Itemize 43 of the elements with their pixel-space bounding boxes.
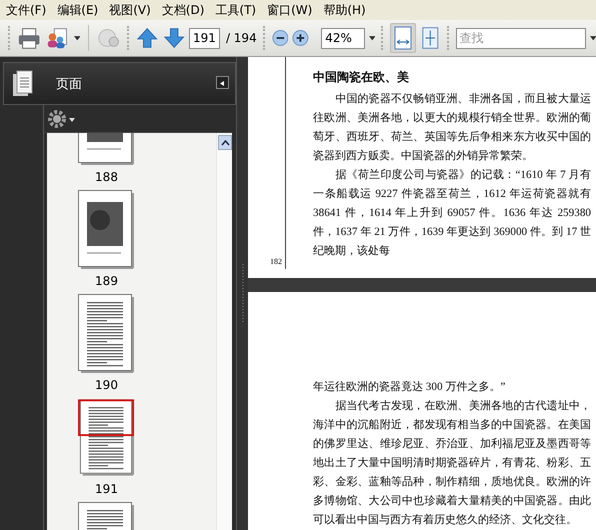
caret-icon[interactable]	[590, 36, 596, 40]
down-arrow-icon[interactable]	[162, 26, 185, 50]
body-paragraph: 据《荷兰印度公司与瓷器》的记载：“1610 年 7 月有一条船载运 9227 件瓷器至荷兰，1612 年运荷瓷器就有 38641 件，1614 年上升到 69057 件。1636 年达 259380 件，1637 年 21 万件，1639 年更达到 369000 件。到 17 世纪晚期，该处每	[313, 168, 591, 259]
page-number: 189	[95, 274, 118, 288]
page-number: 190	[95, 378, 118, 392]
caret-icon[interactable]	[74, 36, 80, 40]
fit-page-icon[interactable]	[420, 26, 441, 50]
body-paragraph: 据当代考古发现，在欧洲、美洲各地的古代遗址中，海洋中的沉船附近，都发现有相当多的中国瓷器。在美国的佛罗里达、维珍尼亚、乔治亚、加利福尼亚及墨西哥等地出土了大量中国明清时期瓷器碎片，有青花、粉彩、五彩、金彩、蓝釉等品种，制作精细，质地优良。欧洲的许多博物馆、大公司中也珍藏着大量精美的中国瓷器。由此可以看出中国与西方有着历史悠久的经济、文化交往。	[313, 398, 591, 528]
menu-item[interactable]: 文件(F)	[4, 2, 56, 18]
page-number: 191	[95, 482, 118, 496]
zoom-out-icon[interactable]	[272, 29, 288, 47]
menu-item[interactable]: 编辑(E)	[55, 2, 108, 18]
up-arrow-icon[interactable]	[136, 26, 159, 50]
caret-icon[interactable]	[368, 36, 376, 40]
menu-item[interactable]: 窗口(W)	[265, 2, 322, 18]
page-thumbnail[interactable]	[78, 190, 135, 270]
people-document-icon[interactable]	[45, 26, 70, 50]
page-thumbnail[interactable]	[78, 294, 135, 374]
splitter-grip-icon[interactable]	[240, 264, 244, 324]
up-caret-icon	[220, 140, 230, 146]
page-number: 188	[95, 170, 118, 184]
pages-icon	[12, 70, 34, 98]
page-thumbnail[interactable]	[78, 398, 135, 478]
search-field[interactable]: 查找	[456, 28, 586, 48]
gear-icon[interactable]	[47, 110, 77, 128]
collapse-button[interactable]	[216, 76, 229, 89]
fit-width-button[interactable]	[390, 23, 416, 53]
section-heading: 中国陶瓷在欧、美	[313, 69, 410, 86]
menu-item[interactable]: 文档(D)	[160, 2, 214, 18]
scroll-up-button[interactable]	[218, 135, 232, 150]
menu-item[interactable]: 帮助(H)	[321, 2, 375, 18]
zoom-field[interactable]: 42%	[321, 28, 365, 48]
print-icon[interactable]	[16, 26, 42, 50]
menu-item[interactable]: 视图(V)	[107, 2, 160, 18]
page-total: / 194	[226, 31, 257, 45]
page-number-field[interactable]: 191	[189, 28, 220, 48]
body-paragraph: 中国的瓷器不仅畅销亚洲、非洲各国，而且被大量运往欧洲、美洲各地，以更大的规模行销全世界。欧洲的葡萄牙、西班牙、荷兰、英国等先后争相来东方收买中国的瓷器到西方贩卖。中国瓷器的外销异常繁荣。	[313, 92, 591, 164]
fit-width-icon	[393, 26, 414, 50]
page-number: 182	[270, 257, 282, 266]
body-paragraph: 年运往欧洲的瓷器竟达 300 万件之多。”	[313, 380, 506, 395]
zoom-in-icon[interactable]	[292, 29, 310, 47]
panel-title: 页面	[56, 76, 82, 92]
menu-item[interactable]: 工具(T)	[213, 2, 266, 18]
